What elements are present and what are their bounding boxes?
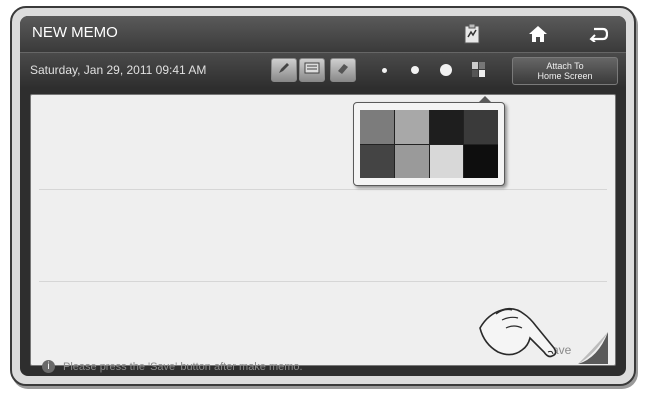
palette-icon[interactable]: [472, 62, 486, 83]
page-curl: [578, 332, 608, 364]
keyboard-tool-button[interactable]: [299, 58, 325, 82]
pointing-hand-icon: [479, 307, 557, 358]
eraser-tool-button[interactable]: [330, 58, 356, 82]
color-swatch-grid: [360, 110, 498, 178]
toolbar: Saturday, Jan 29, 2011 09:41 AM Attach T…: [20, 52, 626, 87]
attach-label-line2: Home Screen: [537, 71, 593, 81]
hint-message: i Please press the 'Save' button after m…: [42, 360, 303, 373]
page-title: NEW MEMO: [32, 24, 118, 41]
hint-text: Please press the 'Save' button after mak…: [63, 360, 303, 373]
attach-to-home-screen-button[interactable]: Attach To Home Screen: [512, 57, 618, 85]
brush-size-large[interactable]: [440, 64, 452, 76]
color-swatch-3[interactable]: [429, 110, 464, 144]
attach-label-line1: Attach To: [546, 61, 584, 71]
brush-size-small[interactable]: [382, 68, 387, 73]
title-bar: NEW MEMO: [20, 16, 626, 52]
clipboard-icon[interactable]: [460, 22, 484, 46]
info-icon: i: [42, 360, 55, 373]
color-swatch-7[interactable]: [429, 144, 464, 178]
brush-size-medium[interactable]: [411, 66, 419, 74]
paper-guide-line: [39, 281, 607, 282]
color-palette-popup: [353, 96, 505, 186]
color-swatch-8[interactable]: [464, 144, 498, 178]
home-icon[interactable]: [526, 22, 550, 46]
paper-guide-line: [39, 189, 607, 190]
eraser-icon: [336, 61, 350, 80]
date-time-label: Saturday, Jan 29, 2011 09:41 AM: [30, 63, 207, 77]
keyboard-icon: [304, 61, 320, 79]
back-icon[interactable]: [586, 22, 610, 46]
color-swatch-5[interactable]: [360, 144, 394, 178]
color-swatch-2[interactable]: [394, 110, 429, 144]
color-swatch-1[interactable]: [360, 110, 394, 144]
palette-pointer: [478, 96, 492, 103]
color-swatch-6[interactable]: [394, 144, 429, 178]
pen-tool-button[interactable]: [271, 58, 297, 82]
pen-icon: [277, 61, 291, 80]
color-swatch-4[interactable]: [464, 110, 498, 144]
